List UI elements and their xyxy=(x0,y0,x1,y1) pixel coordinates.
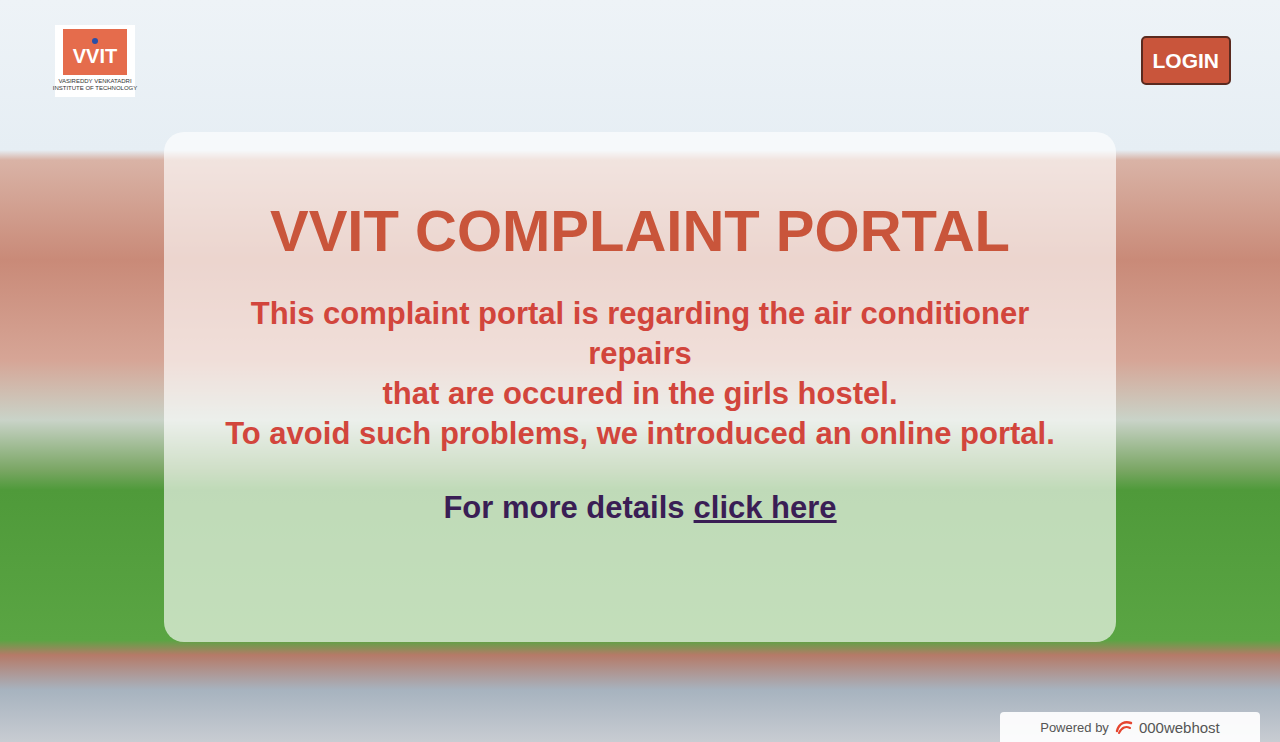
details-link[interactable]: click here xyxy=(694,490,837,525)
details-text: For more details click here xyxy=(443,488,836,528)
webhost-logo-icon xyxy=(1115,719,1133,735)
logo-text: VVIT xyxy=(73,45,117,67)
intro-line: that are occured in the girls hostel. xyxy=(210,374,1070,414)
powered-by-label: Powered by xyxy=(1040,720,1109,735)
powered-by-badge[interactable]: Powered by 000webhost xyxy=(1000,712,1260,742)
host-name: 000webhost xyxy=(1139,719,1220,736)
intro-line: This complaint portal is regarding the a… xyxy=(210,294,1070,374)
logo-caption-line: INSTITUTE OF TECHNOLOGY xyxy=(53,85,138,92)
intro-card: VVIT COMPLAINT PORTAL This complaint port… xyxy=(164,132,1116,642)
header: VVIT VASIREDDY VENKATADRIINSTITUTE OF TEC… xyxy=(0,0,1280,97)
logo: VVIT VASIREDDY VENKATADRIINSTITUTE OF TEC… xyxy=(55,25,135,97)
page: VVIT VASIREDDY VENKATADRIINSTITUTE OF TEC… xyxy=(0,0,1280,742)
portal-title: VVIT COMPLAINT PORTAL xyxy=(270,198,1010,264)
intro-line: To avoid such problems, we introduced an… xyxy=(210,414,1070,454)
details-prefix: For more details xyxy=(443,490,684,525)
logo-caption: VASIREDDY VENKATADRIINSTITUTE OF TECHNOL… xyxy=(53,78,138,92)
logo-mark: VVIT xyxy=(63,29,127,75)
logo-dot-icon xyxy=(92,38,98,44)
intro-text: This complaint portal is regarding the a… xyxy=(210,294,1070,454)
login-button[interactable]: LOGIN xyxy=(1141,36,1232,85)
logo-caption-line: VASIREDDY VENKATADRI xyxy=(58,78,131,85)
